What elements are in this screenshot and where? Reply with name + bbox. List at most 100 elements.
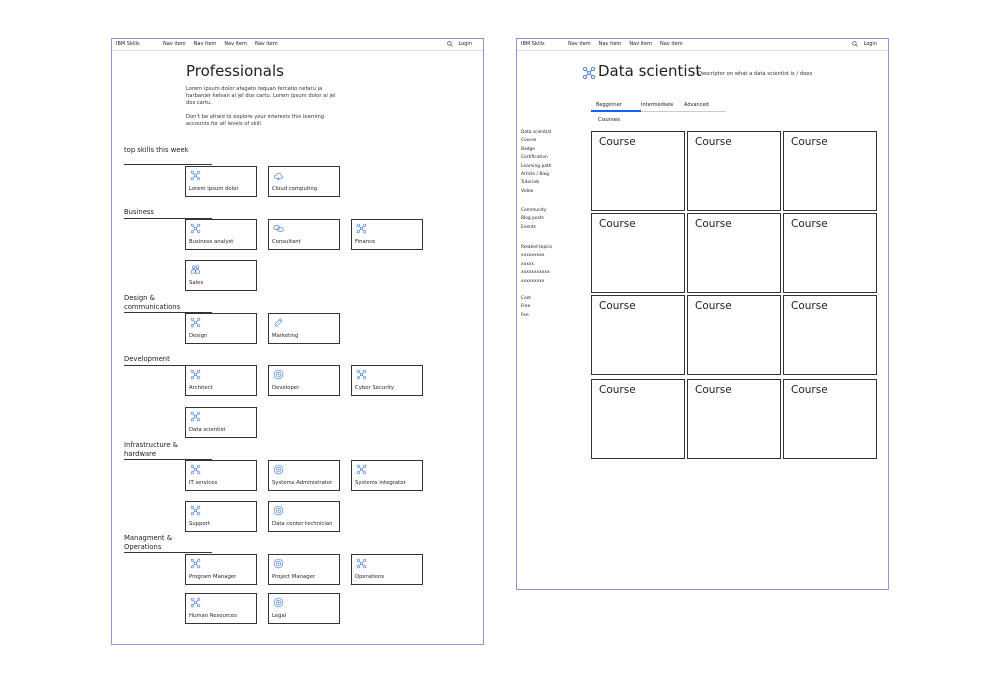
course-card[interactable]: Course [783, 295, 877, 375]
course-card[interactable]: Course [783, 131, 877, 211]
sidebar-item[interactable]: Video [521, 188, 551, 196]
target-icon [273, 558, 284, 569]
skill-tile[interactable]: Design [185, 313, 257, 344]
skill-tile[interactable]: Project Manager [268, 554, 340, 585]
page-title: Data scientist [598, 62, 702, 80]
skill-tile[interactable]: Program Manager [185, 554, 257, 585]
course-card-title: Course [791, 300, 828, 312]
skill-tile[interactable]: Consultant [268, 219, 340, 250]
login-link[interactable]: Login [459, 41, 473, 47]
course-card[interactable]: Course [783, 213, 877, 293]
network-icon [190, 369, 201, 380]
sidebar-item[interactable]: Data scientist [521, 129, 551, 137]
skill-tile[interactable]: Operations [351, 554, 423, 585]
nav-item[interactable]: Nav item [255, 41, 278, 47]
skill-tile[interactable]: Finance [351, 219, 423, 250]
sidebar-item[interactable]: Events [521, 224, 546, 232]
skill-tile-label: Developer [272, 385, 300, 391]
sidebar-item[interactable]: Community [521, 207, 546, 215]
login-link[interactable]: Login [864, 41, 878, 47]
course-card[interactable]: Course [687, 295, 781, 375]
course-card[interactable]: Course [687, 213, 781, 293]
sidebar-item[interactable]: Blog posts [521, 215, 546, 223]
course-card[interactable]: Course [591, 295, 685, 375]
target-icon [273, 597, 284, 608]
course-card-title: Course [695, 136, 732, 148]
sidebar-item[interactable]: xxxxxxxxx [521, 278, 552, 286]
skill-tile-label: Program Manager [189, 574, 237, 580]
brand-logo[interactable]: IBM Skills [521, 41, 545, 47]
nav-item[interactable]: Nav item [629, 41, 652, 47]
skill-tile[interactable]: Developer [268, 365, 340, 396]
network-icon [190, 411, 201, 422]
section-heading: Managment & Operations [124, 534, 212, 553]
skill-tile[interactable]: Business analyst [185, 219, 257, 250]
course-card[interactable]: Course [591, 213, 685, 293]
course-card[interactable]: Course [783, 379, 877, 459]
skill-tile[interactable]: Systems integrator [351, 460, 423, 491]
nav-item[interactable]: Nav item [599, 41, 622, 47]
search-icon[interactable] [852, 41, 858, 47]
skill-tile[interactable]: Human Resources [185, 593, 257, 624]
skill-tile-label: Cyber Security [355, 385, 395, 391]
section-heading: Business [124, 208, 212, 219]
skill-tile[interactable]: Cyber Security [351, 365, 423, 396]
section-title: top skills this week [124, 146, 189, 154]
brand-logo[interactable]: IBM Skills [116, 41, 140, 47]
skill-tile-label: Consultant [272, 239, 301, 245]
sidebar-item[interactable]: xxxxxxxxxxx [521, 269, 552, 277]
sidebar-item[interactable]: Learning path [521, 163, 551, 171]
skill-tile[interactable]: Legal [268, 593, 340, 624]
nav-item[interactable]: Nav item [163, 41, 186, 47]
search-icon[interactable] [447, 41, 453, 47]
top-nav: IBM Skills Nav item Nav item Nav item Na… [517, 39, 888, 51]
sidebar-item[interactable]: Tutorials [521, 179, 551, 187]
skill-tile[interactable]: Architect [185, 365, 257, 396]
skill-tile[interactable]: Marketing [268, 313, 340, 344]
sidebar-item[interactable]: Certification [521, 154, 551, 162]
nav-item[interactable]: Nav item [660, 41, 683, 47]
skill-tile[interactable]: Systems Administrator [268, 460, 340, 491]
section-title: Infrastructure & hardware [124, 441, 178, 458]
sidebar-item[interactable]: xxxxx [521, 261, 552, 269]
tab-advanced[interactable]: Advanced [684, 102, 709, 108]
sidebar-item[interactable]: Badge [521, 146, 551, 154]
network-icon [190, 223, 201, 234]
page-title: Professionals [186, 62, 284, 80]
nav-item[interactable]: Nav item [224, 41, 247, 47]
skill-tile-label: Legal [272, 613, 287, 619]
skill-tile[interactable]: Support [185, 501, 257, 532]
pen-icon [274, 318, 283, 327]
network-icon [356, 558, 367, 569]
course-card[interactable]: Course [687, 379, 781, 459]
skill-tile[interactable]: Data center technician [268, 501, 340, 532]
sidebar-item[interactable]: Article / Blog [521, 171, 551, 179]
course-card[interactable]: Course [591, 379, 685, 459]
skill-tile[interactable]: Cloud computing [268, 166, 340, 197]
skill-tile-label: Data center technician [272, 521, 333, 527]
sidebar-group-title: Cost [521, 296, 531, 301]
skill-tile[interactable]: IT services [185, 460, 257, 491]
skill-tile-label: Architect [189, 385, 213, 391]
course-card[interactable]: Course [591, 131, 685, 211]
skill-tile-label: Human Resources [189, 613, 237, 619]
sidebar-group: Community Blog posts Events [521, 207, 546, 232]
sidebar-group: Related topics xxxxxxxxx xxxxx xxxxxxxxxxx x… [521, 244, 552, 286]
section-rule [124, 552, 212, 553]
sidebar-item[interactable]: Free [521, 303, 531, 311]
skill-tile-label: Sales [189, 280, 204, 286]
sidebar-item[interactable]: Fee [521, 312, 531, 320]
course-card[interactable]: Course [687, 131, 781, 211]
section-heading: top skills this week [124, 146, 212, 165]
data-scientist-page: IBM Skills Nav item Nav item Nav item Na… [516, 38, 889, 590]
tab-beginner[interactable]: Begginner [596, 102, 622, 108]
intro-paragraph: Lorem ipsum dolor afagato requan fercati… [186, 86, 336, 107]
sidebar-item[interactable]: Course [521, 137, 551, 145]
skill-tile[interactable]: Sales [185, 260, 257, 291]
nav-item[interactable]: Nav item [568, 41, 591, 47]
sidebar-item[interactable]: xxxxxxxxx [521, 252, 552, 260]
tab-intermediate[interactable]: Intermediate [641, 102, 673, 108]
skill-tile[interactable]: Lorem ipsum dolor [185, 166, 257, 197]
skill-tile[interactable]: Data scientist [185, 407, 257, 438]
nav-item[interactable]: Nav item [194, 41, 217, 47]
